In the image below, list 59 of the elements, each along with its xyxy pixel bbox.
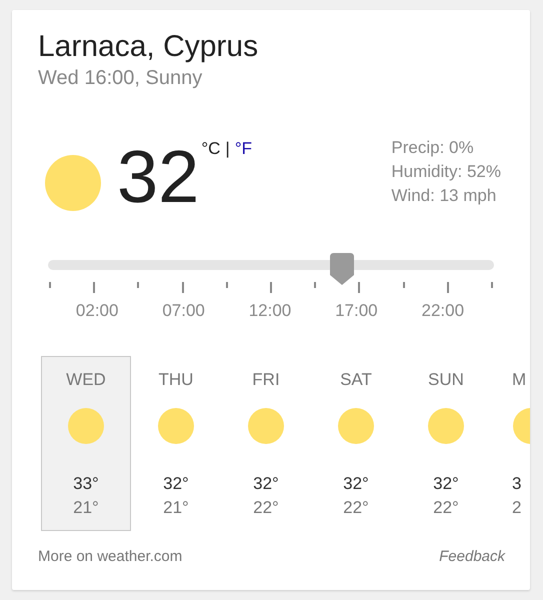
tick-mark xyxy=(314,282,316,288)
tick-mark xyxy=(49,282,51,288)
high-temperature: 32° xyxy=(163,474,189,494)
day-name: M xyxy=(512,370,526,390)
time-slider-track[interactable] xyxy=(48,253,494,285)
time-label: 02:00 xyxy=(76,301,118,321)
high-temperature: 33° xyxy=(73,474,99,494)
sun-icon xyxy=(338,408,374,444)
low-temperature: 21° xyxy=(163,498,189,518)
tick-mark xyxy=(226,282,228,288)
sun-icon xyxy=(158,408,194,444)
slider-thumb[interactable] xyxy=(330,253,354,285)
high-temperature: 32° xyxy=(433,474,459,494)
low-temperature: 2 xyxy=(512,498,522,518)
tick-mark xyxy=(446,282,449,293)
day-forecast[interactable]: FRI 32° 22° xyxy=(221,356,311,531)
low-temperature: 21° xyxy=(73,498,99,518)
day-name: THU xyxy=(158,370,194,390)
high-temperature: 3 xyxy=(512,474,522,494)
day-name: WED xyxy=(66,370,106,390)
day-name: FRI xyxy=(252,370,280,390)
time-label: 12:00 xyxy=(248,301,292,321)
tick-mark xyxy=(93,282,96,293)
sun-icon xyxy=(248,408,284,444)
sun-icon xyxy=(45,155,101,211)
more-link[interactable]: More on weather.com xyxy=(38,548,182,565)
day-forecast[interactable]: M 3 2 xyxy=(491,356,530,531)
unit-separator: | xyxy=(225,139,230,159)
day-name: SUN xyxy=(428,370,464,390)
tick-mark xyxy=(402,282,404,288)
sun-icon xyxy=(68,408,104,444)
weather-detail: Wind: 13 mph xyxy=(391,185,498,207)
unit-toggle[interactable]: °C xyxy=(201,139,220,159)
day-forecast[interactable]: SUN 32° 22° xyxy=(401,356,491,531)
tick-mark xyxy=(182,282,184,293)
unit-toggle[interactable]: °F xyxy=(234,139,252,159)
day-forecast[interactable]: THU 32° 21° xyxy=(131,356,221,531)
sun-icon xyxy=(428,408,464,444)
day-name: SAT xyxy=(340,370,372,390)
tick-mark xyxy=(137,282,140,288)
high-temperature: 32° xyxy=(343,474,369,494)
high-temperature: 32° xyxy=(253,474,279,494)
feedback-link[interactable]: Feedback xyxy=(439,548,505,565)
location-title: Larnaca, Cyprus xyxy=(38,30,260,64)
tick-mark xyxy=(490,282,493,288)
tick-mark xyxy=(270,282,272,293)
day-forecast[interactable]: WED 33° 21° xyxy=(41,356,131,531)
low-temperature: 22° xyxy=(343,498,369,518)
time-label: 22:00 xyxy=(421,301,464,321)
day-forecast[interactable]: SAT 32° 22° xyxy=(311,356,401,531)
tick-mark xyxy=(358,282,360,293)
time-label: 07:00 xyxy=(162,301,205,321)
weather-detail: Precip: 0% xyxy=(391,137,475,159)
time-label: 17:00 xyxy=(335,301,378,321)
temperature: 32 xyxy=(117,135,200,219)
weather-detail: Humidity: 52% xyxy=(391,161,501,183)
weather-subtitle: Wed 16:00, Sunny xyxy=(38,66,204,91)
low-temperature: 22° xyxy=(253,498,279,518)
low-temperature: 22° xyxy=(433,498,459,518)
